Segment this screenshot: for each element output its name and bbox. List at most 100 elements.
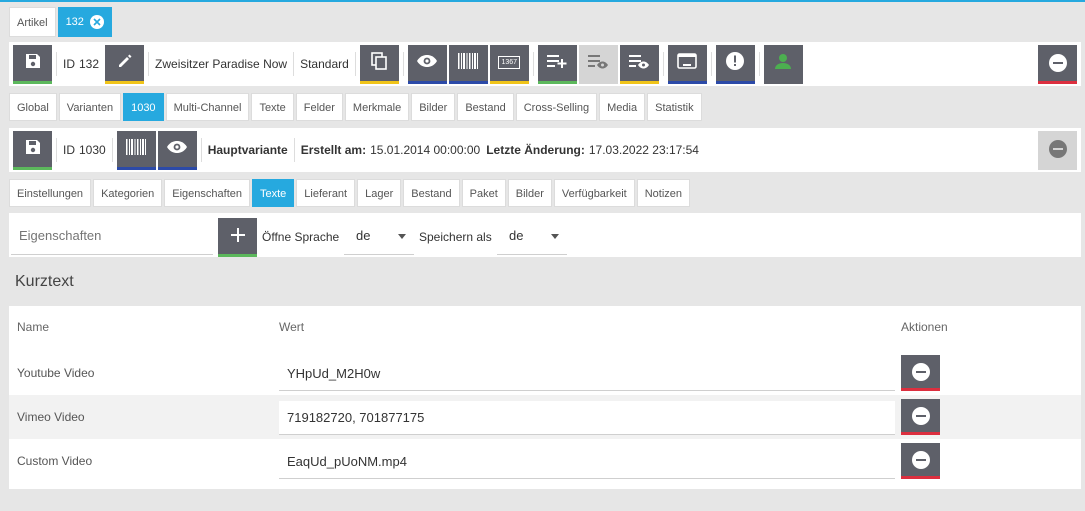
texts-table: Name Wert Aktionen Youtube Video Vimeo V… bbox=[9, 306, 1081, 489]
row-name: Youtube Video bbox=[17, 366, 95, 380]
copy-button[interactable] bbox=[359, 44, 399, 84]
barcode-icon bbox=[125, 138, 147, 159]
user-button[interactable] bbox=[763, 44, 803, 84]
variant-tabs: Einstellungen Kategorien Eigenschaften T… bbox=[9, 179, 691, 207]
changed-label: Letzte Änderung: bbox=[486, 143, 585, 157]
barcode-button[interactable] bbox=[448, 44, 488, 84]
tab-felder[interactable]: Felder bbox=[295, 93, 343, 121]
browser-icon bbox=[677, 53, 698, 72]
edit-button[interactable] bbox=[105, 44, 145, 84]
open-language-value: de bbox=[356, 228, 371, 243]
minus-circle-icon bbox=[911, 362, 930, 381]
tab-variant-1030[interactable]: 1030 bbox=[123, 93, 164, 121]
column-header-value: Wert bbox=[279, 320, 305, 334]
divider bbox=[662, 52, 664, 76]
section-title: Kurztext bbox=[15, 273, 74, 290]
tab-variant-bestand[interactable]: Bestand bbox=[403, 179, 460, 207]
minus-circle-icon bbox=[1048, 53, 1067, 72]
tab-variant-bilder[interactable]: Bilder bbox=[507, 179, 552, 207]
tab-kategorien[interactable]: Kategorien bbox=[93, 179, 163, 207]
row-value-input[interactable] bbox=[279, 445, 895, 479]
save-as-label: Speichern als bbox=[419, 230, 492, 244]
preview-button[interactable] bbox=[407, 44, 447, 84]
tab-multi-channel[interactable]: Multi-Channel bbox=[165, 93, 250, 121]
tab-132-label: 132 bbox=[65, 16, 84, 28]
tab-bestand[interactable]: Bestand bbox=[457, 93, 514, 121]
minus-circle-icon bbox=[1048, 139, 1067, 158]
tab-notizen[interactable]: Notizen bbox=[636, 179, 691, 207]
close-icon[interactable] bbox=[89, 15, 104, 29]
add-list-button[interactable] bbox=[537, 44, 577, 84]
tab-cross-selling[interactable]: Cross-Selling bbox=[515, 93, 598, 121]
filter-bar: Öffne Sprache de Speichern als de bbox=[9, 213, 1081, 257]
variant-id-value: 1030 bbox=[79, 143, 106, 157]
property-input[interactable] bbox=[11, 217, 213, 255]
eye-icon bbox=[166, 140, 188, 157]
divider bbox=[532, 52, 534, 76]
tab-statistik[interactable]: Statistik bbox=[647, 93, 702, 121]
eye-icon bbox=[416, 54, 438, 71]
tab-merkmale[interactable]: Merkmale bbox=[344, 93, 410, 121]
save-icon bbox=[24, 52, 42, 73]
chevron-down-icon bbox=[398, 234, 406, 239]
row-value-input[interactable] bbox=[279, 401, 895, 435]
tab-texte[interactable]: Texte bbox=[251, 93, 294, 121]
tab-verfuegbarkeit[interactable]: Verfügbarkeit bbox=[553, 179, 635, 207]
open-language-label: Öffne Sprache bbox=[262, 230, 340, 244]
copy-icon bbox=[370, 51, 388, 74]
divider bbox=[148, 52, 150, 76]
item-id-label: ID bbox=[63, 57, 75, 71]
minus-circle-icon bbox=[911, 406, 930, 425]
open-language-select[interactable]: de bbox=[344, 217, 414, 255]
tab-bilder[interactable]: Bilder bbox=[411, 93, 456, 121]
divider bbox=[293, 52, 295, 76]
divider bbox=[710, 52, 712, 76]
variant-id-label: ID bbox=[63, 143, 75, 157]
item-name: Zweisitzer Paradise Now bbox=[155, 57, 288, 71]
list-view-button[interactable] bbox=[578, 44, 618, 84]
tab-lieferant[interactable]: Lieferant bbox=[296, 179, 356, 207]
tab-artikel[interactable]: Artikel bbox=[9, 7, 56, 37]
web-preview-button[interactable] bbox=[667, 44, 707, 84]
chevron-down-icon bbox=[551, 234, 559, 239]
remove-variant-button[interactable] bbox=[1038, 130, 1077, 170]
add-property-button[interactable] bbox=[218, 218, 257, 257]
item-toolbar: ID 132 Zweisitzer Paradise Now Standard … bbox=[9, 42, 1081, 86]
save-icon bbox=[24, 138, 42, 159]
list-preview-button[interactable] bbox=[619, 44, 659, 84]
tab-global[interactable]: Global bbox=[9, 93, 57, 121]
delete-row-button[interactable] bbox=[901, 355, 940, 391]
minus-circle-icon bbox=[911, 450, 930, 469]
barcode-icon bbox=[457, 52, 479, 73]
item-tabs: Global Varianten 1030 Multi-Channel Text… bbox=[9, 93, 702, 121]
delete-row-button[interactable] bbox=[901, 399, 940, 435]
variant-preview-button[interactable] bbox=[157, 130, 197, 170]
delete-row-button[interactable] bbox=[901, 443, 940, 479]
row-value-input[interactable] bbox=[279, 357, 895, 391]
created-label: Erstellt am: bbox=[300, 143, 367, 157]
tab-varianten[interactable]: Varianten bbox=[58, 93, 122, 121]
divider bbox=[56, 138, 57, 162]
variant-save-button[interactable] bbox=[13, 130, 52, 170]
plus-icon bbox=[230, 227, 246, 246]
tab-variant-texte[interactable]: Texte bbox=[252, 179, 295, 207]
column-header-actions: Aktionen bbox=[901, 320, 948, 334]
list-eye-icon bbox=[628, 53, 650, 72]
changed-value: 17.03.2022 23:17:54 bbox=[588, 143, 699, 157]
created-value: 15.01.2014 00:00:00 bbox=[370, 143, 481, 157]
save-as-select[interactable]: de bbox=[497, 217, 567, 255]
tab-eigenschaften[interactable]: Eigenschaften bbox=[164, 179, 250, 207]
info-button[interactable] bbox=[715, 44, 755, 84]
tab-paket[interactable]: Paket bbox=[461, 179, 506, 207]
tab-lager[interactable]: Lager bbox=[357, 179, 402, 207]
tab-132[interactable]: 132 bbox=[57, 7, 112, 37]
save-button[interactable] bbox=[13, 44, 52, 84]
item-type: Standard bbox=[300, 57, 349, 71]
variant-barcode-button[interactable] bbox=[116, 130, 156, 170]
number-button[interactable]: 1367 bbox=[489, 44, 529, 84]
tab-einstellungen[interactable]: Einstellungen bbox=[9, 179, 92, 207]
table-row: Vimeo Video bbox=[9, 395, 1081, 439]
outer-tabs: Artikel 132 bbox=[9, 7, 112, 37]
remove-item-button[interactable] bbox=[1038, 44, 1077, 84]
tab-media[interactable]: Media bbox=[599, 93, 646, 121]
